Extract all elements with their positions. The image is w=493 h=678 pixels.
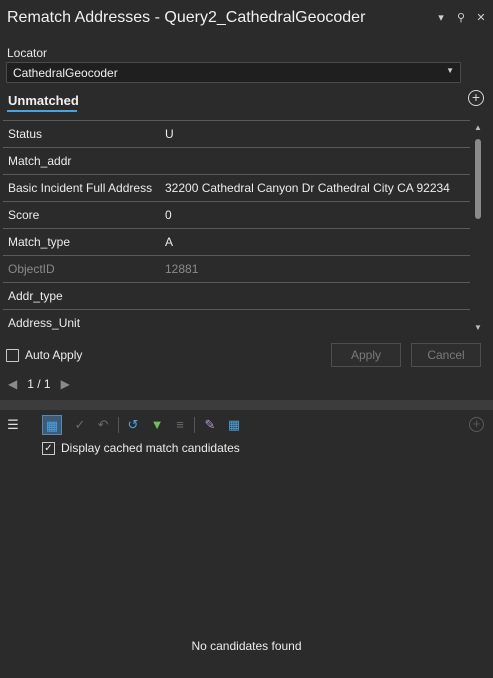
unmatch-icon: ↶ <box>97 417 109 432</box>
attribute-name: Basic Incident Full Address <box>8 181 153 195</box>
chevron-down-icon: ▼ <box>446 66 454 75</box>
scroll-down-icon[interactable]: ▼ <box>474 323 482 332</box>
close-icon[interactable]: ✕ <box>475 11 487 24</box>
next-icon[interactable]: ▶ <box>61 377 70 391</box>
locator-value: CathedralGeocoder <box>13 66 118 80</box>
pin-icon[interactable]: ⚲ <box>455 11 467 24</box>
attribute-name: Addr_type <box>8 289 63 303</box>
scrollbar-thumb[interactable] <box>475 139 481 219</box>
table-row[interactable]: Match_addr <box>3 148 470 175</box>
empty-state: No candidates found <box>191 639 302 653</box>
table-row[interactable]: Match_type A <box>3 229 470 256</box>
table-row[interactable]: Status U <box>3 121 470 148</box>
attribute-value[interactable]: A <box>160 235 173 249</box>
apply-button[interactable]: Apply <box>331 343 401 367</box>
candidates-table-icon[interactable]: ▦ <box>42 415 62 435</box>
vertical-scrollbar[interactable]: ▲ ▼ <box>472 121 486 335</box>
attribute-table: Status U Match_addr Basic Incident Full Add… <box>3 120 470 336</box>
title-bar: Rematch Addresses - Query2_CathedralGeoc… <box>0 0 493 38</box>
table-row[interactable]: Basic Incident Full Address 32200 Cathedr… <box>3 175 470 202</box>
attribute-name: Match_type <box>8 235 71 249</box>
table-row[interactable]: Addr_type <box>3 283 470 310</box>
window-title: Rematch Addresses - Query2_CathedralGeoc… <box>7 9 366 26</box>
attribute-name: Status <box>8 127 43 141</box>
attribute-value: 12881 <box>165 262 199 276</box>
tab-unmatched[interactable]: Unmatched <box>8 93 79 108</box>
table-row[interactable]: ObjectID 12881 <box>3 256 470 283</box>
page-indicator: 1 / 1 <box>27 377 51 391</box>
edit-icon[interactable]: ✎ <box>200 415 220 435</box>
tab-underline <box>7 110 77 112</box>
locator-dropdown[interactable]: CathedralGeocoder ▼ <box>6 62 461 83</box>
splitter[interactable] <box>0 400 493 410</box>
table-icon[interactable]: ▦ <box>224 415 244 435</box>
locator-label: Locator <box>7 46 48 60</box>
attribute-name: Address_Unit <box>8 316 81 330</box>
auto-apply-checkbox[interactable]: Auto Apply <box>6 348 82 362</box>
rematch-icon[interactable]: ↺ <box>123 415 143 435</box>
attribute-value[interactable]: 0 <box>160 208 172 222</box>
chevron-down-icon[interactable]: ▾ <box>435 11 447 24</box>
attribute-name: Match_addr <box>8 154 72 168</box>
attribute-value[interactable]: U <box>160 127 174 141</box>
attribute-name: ObjectID <box>8 262 55 276</box>
checkbox-box[interactable] <box>6 348 19 362</box>
add-icon: + <box>469 417 484 432</box>
pager: ◀ 1 / 1 ▶ <box>8 377 70 391</box>
menu-icon[interactable]: ☰ <box>3 415 23 435</box>
match-check-icon: ✓ <box>74 417 86 432</box>
filter-icon[interactable]: ▼ <box>147 415 167 435</box>
display-cached-label: Display cached match candidates <box>61 441 240 455</box>
attribute-value[interactable]: 32200 Cathedral Canyon Dr Cathedral City… <box>160 181 450 195</box>
table-row[interactable]: Score 0 <box>3 202 470 229</box>
scroll-up-icon[interactable]: ▲ <box>474 123 482 132</box>
attribute-name: Score <box>8 208 40 222</box>
cancel-button[interactable]: Cancel <box>411 343 481 367</box>
previous-icon[interactable]: ◀ <box>8 377 17 391</box>
table-row[interactable]: Address_Unit <box>3 310 470 336</box>
add-icon[interactable]: + <box>468 90 484 106</box>
auto-apply-label: Auto Apply <box>25 348 83 362</box>
display-cached-checkbox[interactable]: ✓ Display cached match candidates <box>42 441 240 455</box>
checkbox-checked[interactable]: ✓ <box>42 441 55 455</box>
candidates-toolbar: ☰ ▦ ✓ ↶ ↺ ▼ ≡ ✎ ▦ <box>0 413 493 437</box>
clear-filter-icon: ≡ <box>176 417 184 432</box>
